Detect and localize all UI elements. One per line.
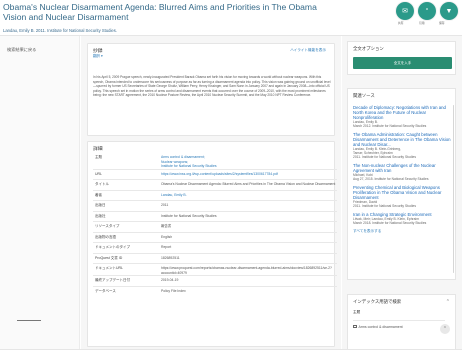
related-source-item[interactable]: Preventing Chemical and Biological Weapo… (353, 185, 451, 208)
detail-label: タイトル (95, 182, 109, 187)
detail-row-url: URL https://www.inss.org.il/wp-content/u… (93, 168, 337, 180)
detail-value: Obama's Nuclear Disarmament Agenda: Blur… (161, 182, 336, 187)
detail-value: 2011 (161, 203, 169, 208)
detail-label: 出版社 (95, 213, 106, 218)
detail-row-language: 出版物の言語 English (93, 231, 337, 243)
related-sources-title: 関連ソース (353, 93, 375, 98)
share-label: 共有 (398, 21, 404, 25)
detail-row-title: タイトル Obama's Nuclear Disarmament Agenda:… (93, 179, 337, 190)
detail-label: 主題 (95, 155, 102, 159)
share-button[interactable]: ✉ (396, 2, 414, 20)
save-label: 保存 (439, 21, 445, 25)
detail-value-url[interactable]: https://www.inss.org.il/wp-content/uploa… (161, 172, 337, 177)
get-full-text-button[interactable]: 全文を入手 (353, 57, 452, 69)
related-source-meta: Friedman, David 2011. Institute for Natio… (353, 200, 416, 208)
details-title: 詳細 (93, 147, 103, 152)
checkbox-icon[interactable] (353, 324, 357, 329)
subject-term[interactable]: Institute for National Security Studies (161, 164, 337, 169)
related-sources-list: Decade of Diplomacy: Negotiations with I… (353, 105, 451, 234)
right-sidebar: 全文オプション 全文を入手 関連ソース Decade of Diplomacy:… (342, 36, 462, 350)
detail-value: 1826892511 (161, 255, 180, 260)
abstract-title: 抄録 (93, 49, 103, 54)
detail-label: ドキュメントのタイプ (95, 245, 130, 250)
view-all-related-link[interactable]: すべてを表示する (353, 229, 451, 234)
left-divider-mark (17, 320, 41, 321)
related-source-item[interactable]: The Non-nuclear Challenges of the Nuclea… (353, 163, 451, 181)
highlight-toggle-link[interactable]: ハイライト機能を表示 (290, 48, 326, 53)
detail-label: 著者 (95, 192, 102, 197)
save-button[interactable]: ▼ (440, 2, 458, 20)
scroll-up-icon[interactable]: ⌃ (440, 324, 450, 334)
save-icon: ▼ (445, 7, 453, 15)
related-source-title[interactable]: The Non-nuclear Challenges of the Nuclea… (353, 163, 451, 173)
full-text-options-panel: 全文オプション 全文を入手 (347, 41, 456, 75)
abstract-text: In his April 5, 2009 Prague speech, newl… (93, 75, 331, 97)
related-source-meta: Litvak, Meir; Landau, Emily B. Klein, Ep… (353, 217, 427, 225)
detail-value: Institute for National Security Studies (161, 213, 217, 218)
related-source-item[interactable]: The Obama Administration: Caught between… (353, 132, 451, 159)
cite-icon: “ (425, 7, 429, 15)
abstract-card: 抄録 翻訳 ▾ ハイライト機能を表示 In his April 5, 2009 … (87, 43, 335, 136)
related-source-item[interactable]: Decade of Diplomacy: Negotiations with I… (353, 105, 451, 128)
detail-row-document-url: ドキュメントURL https://www.proquest.com/repor… (93, 263, 337, 275)
full-text-options-title: 全文オプション (353, 46, 384, 51)
detail-row-proquest-id: ProQuest 文書 ID 1826892511 (93, 252, 337, 264)
detail-row-last-updated: 最終アップデート日付 2019-04-19 (93, 275, 337, 286)
detail-row-database: データベース Policy File Index (93, 285, 337, 297)
back-to-results-link[interactable]: 検索結果に戻る (7, 47, 36, 53)
detail-label: データベース (95, 288, 116, 293)
detail-label: リソースタイプ (95, 224, 120, 229)
related-source-meta: Michael, Kobi Aug 27, 2015. Institute for… (353, 173, 429, 181)
detail-row-publisher: 出版社 Institute for National Security Stud… (93, 210, 337, 222)
detail-value-author[interactable]: Landau, Emily B. (161, 193, 337, 198)
index-search-title: インデックス用語で検索 (353, 299, 402, 304)
detail-row-publication-date: 出版日 2011 (93, 200, 337, 211)
detail-value: https://www.proquest.com/reports/obamas-… (161, 266, 332, 275)
index-subject-label: 主題 (353, 310, 361, 314)
detail-value[interactable]: Arms control & disarmament; Nuclear weap… (161, 155, 337, 169)
cite-button[interactable]: “ (418, 2, 436, 20)
detail-value: 報告書 (161, 224, 172, 229)
detail-row-resource-type: リソースタイプ 報告書 (93, 221, 337, 232)
related-source-meta: Landau, Emily B. Klein-Grinberg, Tamar; S… (353, 147, 416, 159)
detail-label: ドキュメントURL (95, 266, 124, 271)
index-term-label: Arms control & disarmament (358, 324, 403, 329)
related-source-item[interactable]: Iran in a Changing Strategic Environment… (353, 212, 451, 225)
left-column: 検索結果に戻る (0, 36, 80, 350)
detail-value: English (161, 234, 173, 239)
detail-value: Policy File Index (161, 288, 186, 293)
page-title: Obama's Nuclear Disarmament Agenda: Blur… (3, 2, 317, 22)
related-source-title[interactable]: The Obama Administration: Caught between… (353, 132, 451, 147)
related-source-title[interactable]: Decade of Diplomacy: Negotiations with I… (353, 105, 451, 120)
share-icon: ✉ (402, 8, 408, 15)
detail-value: Report (161, 245, 172, 250)
detail-label: URL (95, 171, 103, 176)
detail-label: 出版物の言語 (95, 234, 116, 239)
document-meta: Landau, Emily B. 2011. Institute for Nat… (3, 28, 117, 33)
main-content: 抄録 翻訳 ▾ ハイライト機能を表示 In his April 5, 2009 … (81, 36, 341, 350)
detail-row-subject: 主題 Arms control & disarmament; Nuclear w… (93, 153, 337, 169)
detail-row-document-type: ドキュメントのタイプ Report (93, 242, 337, 253)
action-buttons: ✉ “ ▼ (396, 2, 458, 20)
detail-label: 出版日 (95, 203, 106, 208)
details-card: 詳細 主題 Arms control & disarmament; Nuclea… (87, 141, 337, 347)
collapse-caret-icon[interactable]: ⌃ (446, 299, 450, 305)
index-term-checkbox-item[interactable]: Arms control & disarmament (353, 320, 445, 332)
detail-label: ProQuest 文書 ID (95, 255, 123, 260)
translation-toggle[interactable]: 翻訳 ▾ (93, 54, 103, 59)
cite-label: 引用 (419, 21, 425, 25)
details-table: 主題 Arms control & disarmament; Nuclear w… (93, 153, 337, 296)
detail-row-author: 著者 Landau, Emily B. (93, 189, 337, 201)
detail-label: 最終アップデート日付 (95, 278, 130, 283)
detail-value: 2019-04-19 (161, 278, 179, 283)
document-header: Obama's Nuclear Disarmament Agenda: Blur… (0, 0, 462, 36)
related-source-title[interactable]: Preventing Chemical and Biological Weapo… (353, 185, 451, 200)
related-source-meta: Landau, Emily B. March 2012. Institute fo… (353, 120, 427, 128)
related-sources-scrollbar[interactable] (452, 105, 454, 273)
related-sources-panel: 関連ソース Decade of Diplomacy: Negotiations … (347, 88, 456, 280)
index-search-panel: インデックス用語で検索 ⌃ 主題 Arms control & disarmam… (347, 294, 456, 350)
